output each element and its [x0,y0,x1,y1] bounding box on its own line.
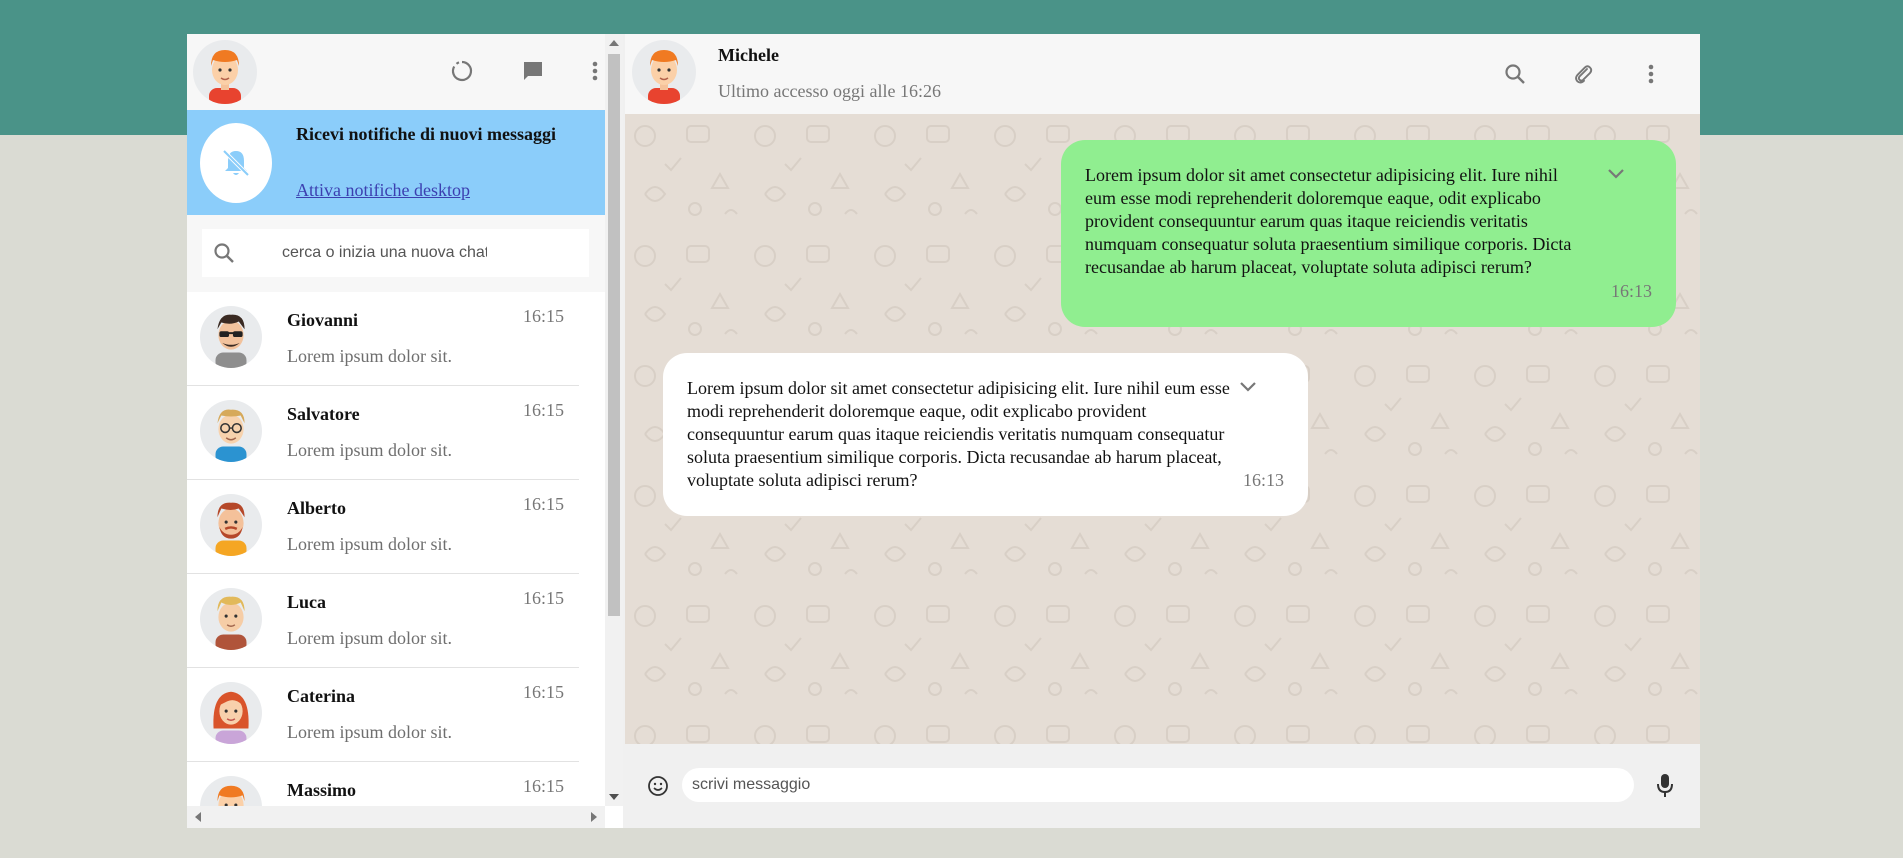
chat-time: 16:15 [522,400,564,420]
avatar [200,682,262,744]
message-text: Lorem ipsum dolor sit amet consectetur a… [1085,165,1572,277]
chat-item-caterina[interactable]: Caterina 16:15 Lorem ipsum dolor sit. [187,668,579,762]
message-input[interactable] [682,768,1634,802]
notification-title: Ricevi notifiche di nuovi messaggi [296,124,556,144]
contact-avatar[interactable] [632,40,696,104]
menu-icon[interactable] [1636,59,1666,89]
chat-time: 16:15 [522,588,564,608]
composer-bar [625,744,1700,828]
message-time: 16:13 [1242,470,1284,490]
search-icon[interactable] [1500,59,1530,89]
chat-item-massimo[interactable]: Massimo 16:15 [187,762,579,806]
emoji-icon[interactable] [646,774,670,798]
sidebar-header [187,34,605,110]
avatar [200,400,262,462]
chevron-down-icon[interactable] [1606,167,1626,181]
chat-time: 16:15 [522,306,564,326]
message-time: 16:13 [1610,281,1652,301]
chat-preview: Lorem ipsum dolor sit. [287,440,452,460]
avatar [200,776,262,806]
message-sent[interactable]: Lorem ipsum dolor sit amet consectetur a… [1061,140,1676,327]
last-seen-status: Ultimo accesso oggi alle 16:26 [718,81,941,101]
chat-item-luca[interactable]: Luca 16:15 Lorem ipsum dolor sit. [187,574,579,668]
menu-icon[interactable] [580,56,605,86]
contact-name: Michele [718,45,779,65]
scroll-right-icon[interactable] [591,812,597,822]
conversation-panel: Michele Ultimo accesso oggi alle 16:26 L… [625,34,1700,828]
search-box [202,229,589,277]
chat-name: Massimo [287,780,356,800]
chat-time: 16:15 [522,776,564,796]
search-input[interactable] [282,241,487,265]
avatar [200,494,262,556]
paperclip-icon[interactable] [1568,59,1598,89]
chat-name: Luca [287,592,327,612]
chat-app: Ricevi notifiche di nuovi messaggi Attiv… [187,34,1700,828]
chat-name: Salvatore [287,404,360,424]
chat-name: Giovanni [287,310,359,330]
scroll-left-icon[interactable] [195,812,201,822]
scroll-down-icon[interactable] [609,794,619,800]
chat-icon[interactable] [518,56,548,86]
contact-avatar-image [632,40,696,104]
chat-item-salvatore[interactable]: Salvatore 16:15 Lorem ipsum dolor sit. [187,386,579,480]
search-section [187,215,605,292]
message-area: Lorem ipsum dolor sit amet consectetur a… [625,114,1700,744]
scroll-up-icon[interactable] [609,40,619,46]
chat-name: Alberto [287,498,346,518]
avatar [200,306,262,368]
sidebar: Ricevi notifiche di nuovi messaggi Attiv… [187,34,605,828]
chat-preview: Lorem ipsum dolor sit. [287,722,452,742]
chat-list: Giovanni 16:15 Lorem ipsum dolor sit. Sa… [187,292,579,806]
chat-name: Caterina [287,686,355,706]
notification-banner: Ricevi notifiche di nuovi messaggi Attiv… [187,110,605,215]
chat-preview: Lorem ipsum dolor sit. [287,628,452,648]
scrollbar-thumb[interactable] [608,54,620,616]
chat-preview: Lorem ipsum dolor sit. [287,346,452,366]
chat-item-giovanni[interactable]: Giovanni 16:15 Lorem ipsum dolor sit. [187,292,579,386]
search-icon [214,243,234,263]
chat-preview: Lorem ipsum dolor sit. [287,534,452,554]
message-received[interactable]: Lorem ipsum dolor sit amet consectetur a… [663,353,1308,516]
conversation-header: Michele Ultimo accesso oggi alle 16:26 [625,34,1700,114]
user-avatar-image [193,40,257,104]
user-avatar[interactable] [193,40,257,104]
horizontal-scrollbar[interactable] [187,806,605,828]
chat-item-alberto[interactable]: Alberto 16:15 Lorem ipsum dolor sit. [187,480,579,574]
avatar [200,588,262,650]
status-icon[interactable] [447,56,477,86]
enable-notifications-link[interactable]: Attiva notifiche desktop [296,180,470,201]
chat-time: 16:15 [522,682,564,702]
chat-time: 16:15 [522,494,564,514]
microphone-icon[interactable] [1655,772,1675,798]
message-text: Lorem ipsum dolor sit amet consectetur a… [687,378,1230,490]
chevron-down-icon[interactable] [1238,380,1258,394]
vertical-scrollbar[interactable] [605,34,623,806]
bell-off-icon [200,123,272,203]
